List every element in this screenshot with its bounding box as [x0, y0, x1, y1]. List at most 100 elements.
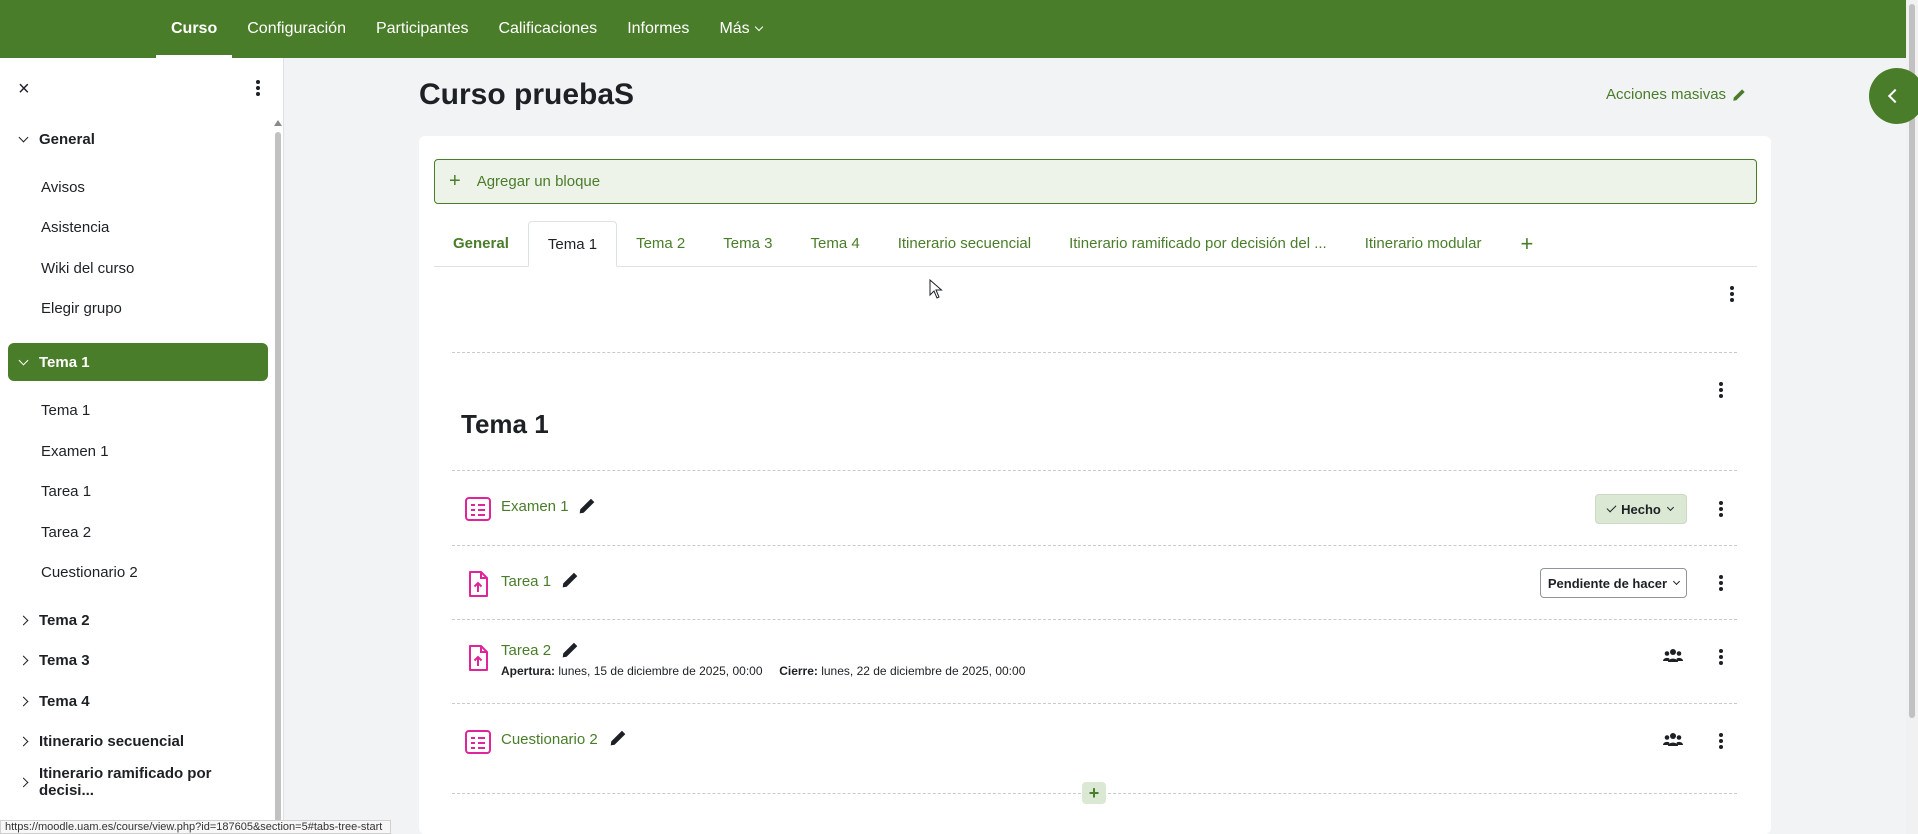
completion-label: Hecho — [1621, 501, 1661, 517]
section-tabs: General Tema 1 Tema 2 Tema 3 Tema 4 Itin… — [434, 221, 1757, 267]
course-index-section-tema3[interactable]: Tema 3 — [8, 641, 268, 679]
activity-divider — [452, 703, 1737, 704]
nav-more[interactable]: Más — [704, 0, 776, 58]
chevron-down-icon — [1673, 577, 1681, 586]
activity-divider — [452, 470, 1737, 471]
nav-settings[interactable]: Configuración — [232, 0, 361, 58]
scroll-up-arrow-icon[interactable] — [274, 120, 282, 126]
close-icon[interactable]: × — [18, 78, 30, 101]
course-index-item-elegir-grupo[interactable]: Elegir grupo — [41, 300, 122, 317]
activity-divider — [452, 619, 1737, 620]
group-mode-icon[interactable] — [1663, 648, 1683, 664]
course-index-section-tema1[interactable]: Tema 1 — [8, 343, 268, 381]
course-index-scrollbar-thumb[interactable] — [275, 132, 281, 822]
activity-menu-icon[interactable] — [1713, 649, 1729, 667]
nav-course[interactable]: Curso — [156, 0, 233, 58]
section-divider — [452, 352, 1737, 353]
group-mode-icon[interactable] — [1663, 732, 1683, 748]
tab-tema4[interactable]: Tema 4 — [791, 221, 878, 266]
activity-menu-icon[interactable] — [1713, 733, 1729, 751]
activity-menu-icon[interactable] — [1713, 501, 1729, 519]
course-index-menu-icon[interactable] — [250, 80, 266, 98]
section-label: General — [39, 130, 95, 148]
open-block-drawer-button[interactable] — [1869, 68, 1918, 124]
activity-menu-icon[interactable] — [1713, 575, 1729, 593]
nav-more-label: Más — [719, 20, 750, 37]
course-index-section-itinerario-secuencial[interactable]: Itinerario secuencial — [8, 722, 268, 760]
section-label: Tema 3 — [39, 651, 90, 669]
pencil-icon — [1733, 88, 1745, 101]
course-index-item-tarea2[interactable]: Tarea 2 — [41, 524, 91, 541]
chevron-right-icon — [18, 736, 29, 746]
chevron-left-icon — [1887, 88, 1903, 104]
activity-dates: Apertura: lunes, 15 de diciembre de 2025… — [501, 664, 1025, 678]
section-label: Tema 4 — [39, 692, 90, 710]
tab-tema1[interactable]: Tema 1 — [527, 221, 618, 267]
course-index-section-itinerario-ramificado[interactable]: Itinerario ramificado por decisi... — [8, 763, 268, 801]
course-index-item-cuestionario2[interactable]: Cuestionario 2 — [41, 564, 138, 581]
tab-itinerario-secuencial[interactable]: Itinerario secuencial — [879, 221, 1050, 266]
pencil-icon[interactable] — [578, 497, 596, 515]
activity-link-examen1[interactable]: Examen 1 — [501, 498, 569, 515]
status-bar-url: https://moodle.uam.es/course/view.php?id… — [0, 820, 392, 834]
chevron-right-icon — [18, 696, 29, 706]
activity-link-tarea2[interactable]: Tarea 2 — [501, 642, 551, 659]
course-index-item-asistencia[interactable]: Asistencia — [41, 219, 109, 236]
page-title: Curso pruebaS — [419, 78, 635, 111]
chevron-down-icon — [754, 22, 763, 32]
tab-tema3[interactable]: Tema 3 — [704, 221, 791, 266]
course-index-item-wiki[interactable]: Wiki del curso — [41, 260, 134, 277]
course-content: + Agregar un bloque General Tema 1 Tema … — [419, 136, 1771, 834]
completion-todo-button[interactable]: Pendiente de hacer — [1540, 568, 1687, 598]
open-date: lunes, 15 de diciembre de 2025, 00:00 — [558, 664, 763, 678]
section-label: Tema 1 — [39, 353, 90, 371]
completion-label: Pendiente de hacer — [1547, 575, 1668, 591]
section-label: Tema 2 — [39, 611, 90, 629]
chevron-right-icon — [18, 777, 29, 787]
section-label: Itinerario ramificado por decisi... — [38, 765, 212, 799]
course-index-section-general[interactable]: General — [8, 120, 268, 158]
page-scrollbar[interactable] — [1906, 0, 1918, 834]
chevron-down-icon — [18, 355, 29, 365]
chevron-right-icon — [18, 615, 29, 625]
tab-tema2[interactable]: Tema 2 — [617, 221, 704, 266]
add-tab-button[interactable]: + — [1500, 221, 1553, 266]
pencil-icon[interactable] — [561, 641, 579, 659]
course-index-item-avisos[interactable]: Avisos — [41, 179, 85, 196]
nav-grades[interactable]: Calificaciones — [483, 0, 612, 58]
tab-general[interactable]: General — [434, 221, 528, 266]
course-index-drawer: × General Avisos Asistencia Wiki del cur… — [0, 58, 284, 834]
section-menu-icon[interactable] — [1713, 382, 1729, 400]
activity-link-tarea1[interactable]: Tarea 1 — [501, 573, 551, 590]
tab-itinerario-modular[interactable]: Itinerario modular — [1346, 221, 1501, 266]
tab-itinerario-ramificado[interactable]: Itinerario ramificado por decisión del .… — [1050, 221, 1346, 266]
chevron-down-icon — [1666, 503, 1674, 512]
nav-reports[interactable]: Informes — [612, 0, 704, 58]
course-index-section-tema2[interactable]: Tema 2 — [8, 601, 268, 639]
add-block-label: Agregar un bloque — [476, 173, 601, 190]
top-navigation: Curso Configuración Participantes Califi… — [0, 0, 1906, 58]
chevron-right-icon — [18, 655, 29, 665]
plus-icon: + — [449, 170, 461, 192]
tab-menu-icon[interactable] — [1724, 286, 1740, 304]
add-content-button[interactable]: + — [1082, 782, 1106, 804]
assignment-icon — [469, 571, 488, 597]
nav-participants[interactable]: Participantes — [361, 0, 484, 58]
course-index-item-tarea1[interactable]: Tarea 1 — [41, 483, 91, 500]
course-index-section-tema4[interactable]: Tema 4 — [8, 682, 268, 720]
section-label: Itinerario secuencial — [39, 732, 185, 750]
bulk-actions-label: Acciones masivas — [1606, 86, 1727, 103]
activity-link-cuestionario2[interactable]: Cuestionario 2 — [501, 731, 598, 748]
bulk-actions-link[interactable]: Acciones masivas — [1606, 86, 1746, 103]
assignment-icon — [469, 645, 488, 671]
close-date: lunes, 22 de diciembre de 2025, 00:00 — [821, 664, 1026, 678]
course-index-scrollbar[interactable] — [274, 120, 282, 824]
completion-done-button[interactable]: Hecho — [1595, 494, 1687, 524]
mouse-cursor-icon — [929, 279, 943, 299]
check-icon — [1606, 502, 1617, 513]
add-block-button[interactable]: + Agregar un bloque — [434, 159, 1757, 204]
course-index-item-tema1[interactable]: Tema 1 — [41, 402, 90, 419]
pencil-icon[interactable] — [609, 729, 627, 747]
course-index-item-examen1[interactable]: Examen 1 — [41, 443, 109, 460]
pencil-icon[interactable] — [561, 571, 579, 589]
